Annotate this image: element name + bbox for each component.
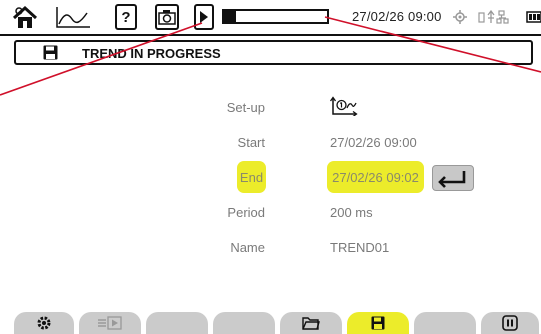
status-bar: ? 27/02/26 09:00 bbox=[0, 0, 541, 36]
end-value-field[interactable]: 27/02/26 09:02 bbox=[327, 161, 424, 193]
recording-progress-bar bbox=[222, 9, 329, 24]
folder-icon bbox=[302, 317, 320, 330]
home-icon[interactable] bbox=[10, 4, 40, 30]
start-value: 27/02/26 09:00 bbox=[330, 135, 417, 150]
enter-button[interactable] bbox=[432, 165, 474, 191]
settings-icon bbox=[37, 316, 51, 330]
name-value: TREND01 bbox=[330, 240, 390, 255]
help-icon[interactable]: ? bbox=[115, 4, 137, 30]
trend-config-1-icon[interactable] bbox=[329, 96, 358, 119]
start-label: Start bbox=[237, 135, 265, 150]
page-title: TREND IN PROGRESS bbox=[82, 46, 221, 61]
name-label: Name bbox=[230, 240, 265, 255]
setup-label: Set-up bbox=[226, 100, 265, 115]
period-value: 200 ms bbox=[330, 205, 373, 220]
power-usb-network-icon bbox=[478, 4, 512, 30]
period-label: Period bbox=[227, 205, 265, 220]
camera-icon[interactable] bbox=[155, 4, 179, 30]
title-bar: TREND IN PROGRESS bbox=[14, 40, 533, 65]
trend-icon[interactable] bbox=[53, 4, 93, 30]
record-play-icon[interactable] bbox=[194, 4, 214, 30]
save-icon bbox=[43, 45, 58, 65]
save-icon bbox=[371, 316, 385, 330]
battery-icon bbox=[526, 4, 541, 30]
status-datetime: 27/02/26 09:00 bbox=[352, 9, 442, 24]
progress-fill bbox=[224, 11, 237, 22]
list-play-icon bbox=[98, 316, 122, 330]
gps-icon bbox=[452, 4, 468, 30]
enter-icon bbox=[438, 171, 466, 188]
end-label: End bbox=[237, 161, 266, 193]
pause-icon bbox=[502, 315, 518, 331]
